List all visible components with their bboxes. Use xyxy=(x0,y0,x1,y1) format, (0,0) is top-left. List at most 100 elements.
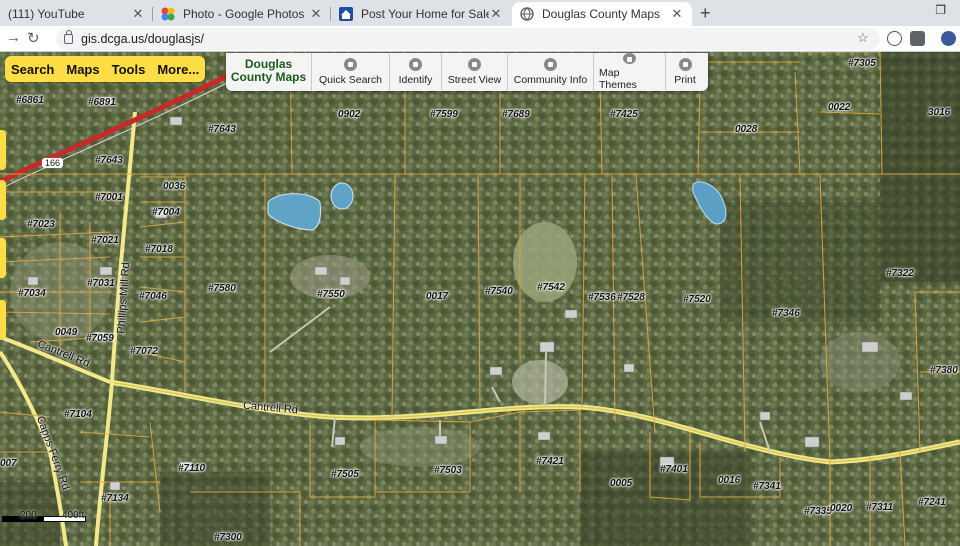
address-bar[interactable]: gis.dcga.us/douglasjs/ xyxy=(56,28,880,50)
tab-post-your-home[interactable]: Post Your Home for Sale by Owne ✕ xyxy=(331,2,511,26)
parcel-label: 0902 xyxy=(338,109,361,120)
parcel-label: #7505 xyxy=(331,469,359,480)
parcel-label: #7059 xyxy=(86,333,114,344)
magnifier-icon xyxy=(344,58,357,71)
parcel-label: #7599 xyxy=(430,109,458,120)
globe-icon xyxy=(520,7,534,21)
side-panel-handle[interactable] xyxy=(0,180,6,220)
bookmark-star-icon[interactable]: ☆ xyxy=(857,30,869,46)
restore-window-icon[interactable]: ❐ xyxy=(935,3,946,17)
help-extension-icon[interactable] xyxy=(910,31,925,46)
tool-label: Street View xyxy=(447,74,502,86)
parcel-label: #7311 xyxy=(866,502,894,513)
house-icon xyxy=(468,58,481,71)
parcel-label: #7335 xyxy=(804,506,832,517)
parcel-label: #7520 xyxy=(683,294,711,305)
parcel-label: 3016 xyxy=(928,107,951,118)
tab-douglas-county-maps[interactable]: Douglas County Maps ✕ xyxy=(512,2,692,26)
tool-label: Community Info xyxy=(513,74,588,86)
parcel-label: 0016 xyxy=(718,475,741,486)
side-panel-handle[interactable] xyxy=(0,130,6,170)
home-icon xyxy=(339,7,353,21)
parcel-label: #7580 xyxy=(208,283,236,294)
map-canvas[interactable]: #6861 #6891 #7643 #7643 0902 #7599 #7689… xyxy=(0,52,960,546)
map-main-menu: Search Maps Tools More... xyxy=(5,56,206,82)
print-icon xyxy=(678,58,692,71)
parcel-label: 0020 xyxy=(830,503,853,514)
parcel-label: #7001 xyxy=(95,192,123,203)
quick-search-button[interactable]: Quick Search xyxy=(312,53,390,91)
google-photos-icon xyxy=(161,7,175,21)
url-text: gis.dcga.us/douglasjs/ xyxy=(81,32,204,46)
parcel-label: #7540 xyxy=(485,286,513,297)
new-tab-button[interactable]: + xyxy=(700,3,711,24)
parcel-label: #7341 xyxy=(753,481,781,492)
parcel-label: 0022 xyxy=(828,102,851,113)
close-icon[interactable]: ✕ xyxy=(309,6,323,22)
parcel-label: #7072 xyxy=(130,346,158,357)
tool-label: Quick Search xyxy=(318,74,383,86)
parcel-label: #7004 xyxy=(152,207,180,218)
parcel-label: #7550 xyxy=(317,289,345,300)
community-info-button[interactable]: Community Info xyxy=(508,53,594,91)
tool-label: Identify xyxy=(398,74,433,86)
parcel-label: #7421 xyxy=(536,456,564,467)
parcel-label: #7503 xyxy=(434,465,462,476)
scale-label-right: 400ft xyxy=(62,510,85,521)
scale-label-left: 200 xyxy=(20,510,37,521)
close-icon[interactable]: ✕ xyxy=(670,6,684,22)
parcel-label: 0028 xyxy=(735,124,758,135)
tab-title: Photo - Google Photos xyxy=(183,7,305,21)
extension-icon[interactable] xyxy=(887,31,902,46)
brand-line-2: County Maps xyxy=(230,70,307,84)
side-panel-handle[interactable] xyxy=(0,300,6,340)
parcel-label: #7046 xyxy=(139,291,167,302)
lock-icon xyxy=(64,30,73,44)
parcel-label: #7023 xyxy=(27,219,55,230)
parcel-label: #7031 xyxy=(87,278,115,289)
parcel-label: #7528 xyxy=(617,292,645,303)
tab-title: (111) YouTube xyxy=(8,7,85,21)
print-button[interactable]: Print xyxy=(666,53,704,91)
close-icon[interactable]: ✕ xyxy=(131,6,145,22)
parcel-label: #7300 xyxy=(214,532,242,543)
parcel-label: #7134 xyxy=(101,493,129,504)
parcel-label: #7322 xyxy=(886,268,914,279)
more-menu-button[interactable]: More... xyxy=(151,62,205,77)
browser-toolbar: → ↻ gis.dcga.us/douglasjs/ ☆ xyxy=(0,26,960,52)
maps-menu-button[interactable]: Maps xyxy=(60,62,105,77)
map-themes-button[interactable]: Map Themes xyxy=(594,53,666,91)
search-menu-button[interactable]: Search xyxy=(5,62,60,77)
tab-title: Post Your Home for Sale by Owne xyxy=(361,7,489,21)
identify-button[interactable]: Identify xyxy=(390,53,442,91)
side-panel-handle[interactable] xyxy=(0,238,6,278)
browser-tab-strip: (111) YouTube ✕ Photo - Google Photos ✕ … xyxy=(0,0,960,26)
parcel-label: #7380 xyxy=(930,365,958,376)
tool-label: Map Themes xyxy=(599,67,637,91)
parcel-label: #7643 xyxy=(95,155,123,166)
highway-shield: 166 xyxy=(42,158,64,168)
parcel-label: #7241 xyxy=(918,497,946,508)
tools-menu-button[interactable]: Tools xyxy=(106,62,152,77)
parcel-label: #7034 xyxy=(18,288,46,299)
parcel-label: #6891 xyxy=(88,97,116,108)
forward-arrow-icon[interactable]: → xyxy=(6,29,21,46)
parcel-label: 0017 xyxy=(426,291,449,302)
street-view-button[interactable]: Street View xyxy=(442,53,508,91)
parcel-label: 0005 xyxy=(610,478,633,489)
reload-icon[interactable]: ↻ xyxy=(27,29,40,47)
parcel-label: #6861 xyxy=(16,95,44,106)
parcel-label: #7401 xyxy=(660,464,688,475)
tool-label: Print xyxy=(674,74,696,86)
avatar[interactable] xyxy=(941,31,956,46)
tab-title: Douglas County Maps xyxy=(542,7,661,21)
tab-youtube[interactable]: (111) YouTube ✕ xyxy=(0,2,153,26)
parcel-label: 0049 xyxy=(55,327,78,338)
parcel-label: #7104 xyxy=(64,409,92,420)
parcel-label: 0036 xyxy=(163,181,186,192)
tab-google-photos[interactable]: Photo - Google Photos ✕ xyxy=(153,2,331,26)
layers-icon xyxy=(623,53,636,64)
parcel-label: #7643 xyxy=(208,124,236,135)
close-icon[interactable]: ✕ xyxy=(489,6,503,22)
parcel-label: 007 xyxy=(0,458,17,469)
